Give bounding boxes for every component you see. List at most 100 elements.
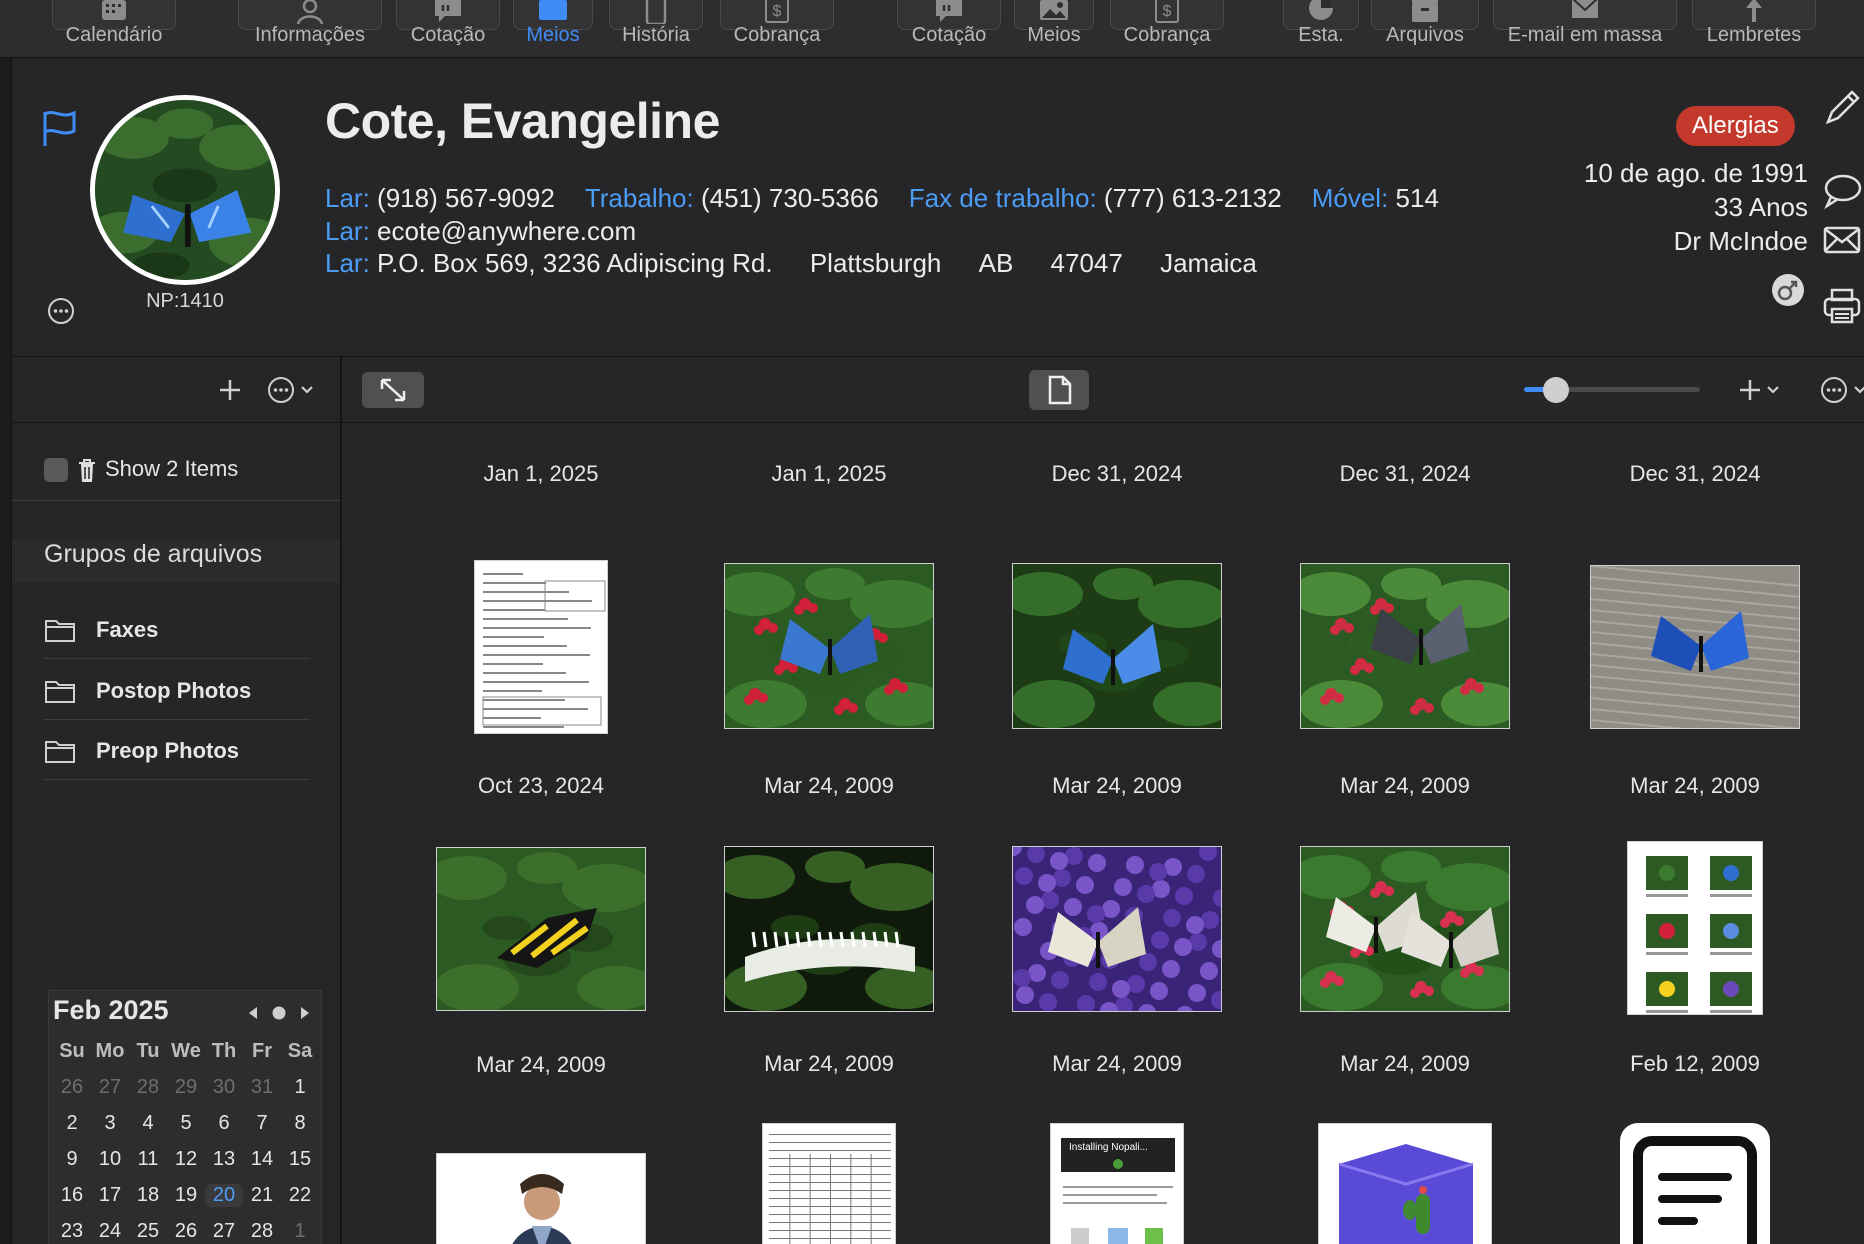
toolbar-item-e-mail-em-massa[interactable]: E-mail em massa <box>1493 0 1677 58</box>
calendar-day[interactable]: 12 <box>167 1148 205 1171</box>
media-tile[interactable] <box>709 1123 949 1244</box>
group-options-button[interactable] <box>266 374 318 406</box>
patient-avatar[interactable] <box>90 95 280 285</box>
zoom-slider-knob[interactable] <box>1542 377 1569 403</box>
calendar-day[interactable]: 10 <box>91 1148 129 1171</box>
calendar-day[interactable]: 7 <box>243 1112 281 1135</box>
calendar-day[interactable]: 17 <box>91 1184 129 1207</box>
butterfly-photo-thumbnail[interactable] <box>436 847 646 1011</box>
calendar-day[interactable]: 23 <box>53 1220 91 1243</box>
calendar-day[interactable]: 30 <box>205 1076 243 1099</box>
text-file-icon[interactable] <box>1620 1123 1770 1244</box>
toolbar-item-cobrança[interactable]: $ Cobrança <box>1110 0 1224 58</box>
form-document-thumbnail[interactable] <box>762 1123 896 1244</box>
calendar-day[interactable]: 20 <box>205 1183 243 1207</box>
file-group-postop-photos[interactable]: Postop Photos <box>44 662 310 720</box>
calendar-day[interactable]: 5 <box>167 1112 205 1135</box>
phone-entry[interactable]: Trabalho: (451) 730-5366 <box>585 183 879 214</box>
toolbar-item-cobrança[interactable]: $ Cobrança <box>720 0 834 58</box>
document-view-button[interactable] <box>1029 370 1089 410</box>
butterfly-photo-thumbnail[interactable] <box>1300 846 1510 1012</box>
calendar-day[interactable]: 27 <box>205 1220 243 1243</box>
butterfly-photo-thumbnail[interactable] <box>1012 846 1222 1012</box>
toolbar-item-calendário[interactable]: Calendário <box>52 0 176 58</box>
media-options-button[interactable] <box>1818 374 1864 406</box>
calendar-day[interactable]: 26 <box>167 1220 205 1243</box>
calendar-day[interactable]: 24 <box>91 1220 129 1243</box>
phone-entry[interactable]: Móvel: 514 <box>1312 183 1439 214</box>
flag-icon[interactable] <box>40 108 80 148</box>
photo-sheet-thumbnail[interactable] <box>1627 841 1763 1015</box>
caterpillar-photo-thumbnail[interactable] <box>724 846 934 1012</box>
toolbar-item-cotação[interactable]: Cotação <box>897 0 1001 58</box>
toolbar-item-história[interactable]: História <box>609 0 703 58</box>
toolbar-item-arquivos[interactable]: Arquivos <box>1371 0 1479 58</box>
calendar-day[interactable]: 8 <box>281 1112 319 1135</box>
toolbar-item-cotação[interactable]: Cotação <box>396 0 500 58</box>
toolbar-item-meios[interactable]: Meios <box>513 0 593 58</box>
calendar-day[interactable]: 16 <box>53 1184 91 1207</box>
add-media-button[interactable] <box>1738 374 1786 406</box>
file-group-preop-photos[interactable]: Preop Photos <box>44 722 310 780</box>
calendar-day[interactable]: 25 <box>129 1220 167 1243</box>
butterfly-photo-thumbnail[interactable] <box>724 563 934 729</box>
date-of-birth: 10 de ago. de 1991 <box>1583 158 1808 188</box>
toolbar-item-lembretes[interactable]: Lembretes <box>1692 0 1816 58</box>
calendar-next-icon[interactable] <box>301 1007 309 1019</box>
calendar-day[interactable]: 9 <box>53 1148 91 1171</box>
calendar-day[interactable]: 27 <box>91 1076 129 1099</box>
calendar-day[interactable]: 1 <box>281 1076 319 1099</box>
mail-icon[interactable] <box>1822 220 1862 260</box>
show-deleted-checkbox[interactable] <box>44 458 68 482</box>
calendar-day[interactable]: 19 <box>167 1184 205 1207</box>
fax-document-thumbnail[interactable] <box>474 560 608 734</box>
calendar-day[interactable]: 13 <box>205 1148 243 1171</box>
file-group-faxes[interactable]: Faxes <box>44 601 310 659</box>
pencil-icon[interactable] <box>1822 88 1862 128</box>
calendar-day[interactable]: 28 <box>243 1220 281 1243</box>
show-items-label[interactable]: Show 2 Items <box>105 456 238 482</box>
installing-nopali-document-thumbnail[interactable]: Installing Nopali... <box>1050 1123 1184 1244</box>
calendar-day[interactable]: 22 <box>281 1184 319 1207</box>
calendar-day[interactable]: 3 <box>91 1112 129 1135</box>
calendar-day[interactable]: 28 <box>129 1076 167 1099</box>
calendar-day[interactable]: 4 <box>129 1112 167 1135</box>
person-photo-thumbnail[interactable] <box>436 1153 646 1244</box>
toolbar-item-informações[interactable]: Informações <box>238 0 382 58</box>
zoom-slider[interactable] <box>1524 377 1700 403</box>
calendar-day[interactable]: 15 <box>281 1148 319 1171</box>
calendar-day[interactable]: 31 <box>243 1076 281 1099</box>
media-tile[interactable] <box>421 1153 661 1244</box>
calendar-day[interactable]: 14 <box>243 1148 281 1171</box>
email-value[interactable]: ecote@anywhere.com <box>377 216 636 246</box>
add-group-button[interactable] <box>214 374 246 406</box>
media-tile[interactable] <box>1575 1123 1815 1244</box>
allergy-badge[interactable]: Alergias <box>1676 106 1795 146</box>
butterfly-photo-thumbnail[interactable] <box>1300 563 1510 729</box>
nopali-box-thumbnail[interactable] <box>1318 1123 1492 1244</box>
calendar-day[interactable]: 29 <box>167 1076 205 1099</box>
butterfly-photo-thumbnail[interactable] <box>1012 563 1222 729</box>
calendar-day[interactable]: 2 <box>53 1112 91 1135</box>
calendar-day[interactable]: 21 <box>243 1184 281 1207</box>
more-options-icon[interactable] <box>46 296 76 326</box>
media-tile[interactable]: Installing Nopali... <box>997 1123 1237 1244</box>
butterfly-photo-thumbnail[interactable] <box>1590 565 1800 729</box>
calendar-day[interactable]: 11 <box>129 1148 167 1171</box>
calendar-day[interactable]: 1 <box>281 1220 319 1243</box>
calendar-prev-icon[interactable] <box>249 1007 257 1019</box>
phone-entry[interactable]: Lar: (918) 567-9092 <box>325 183 555 214</box>
toolbar-item-esta-[interactable]: Esta. <box>1283 0 1359 58</box>
media-date: Mar 24, 2009 <box>764 773 894 798</box>
calendar-day[interactable]: 18 <box>129 1184 167 1207</box>
calendar-today-icon[interactable] <box>272 1006 286 1020</box>
media-tile[interactable] <box>1285 1123 1525 1244</box>
calendar-day[interactable]: 6 <box>205 1112 243 1135</box>
toolbar-item-meios[interactable]: Meios <box>1014 0 1094 58</box>
chat-bubble-icon[interactable] <box>1822 170 1862 210</box>
address-line: Lar: P.O. Box 569, 3236 Adipiscing Rd. P… <box>325 248 1287 279</box>
expand-button[interactable] <box>362 372 424 408</box>
phone-entry[interactable]: Fax de trabalho: (777) 613-2132 <box>909 183 1282 214</box>
calendar-day[interactable]: 26 <box>53 1076 91 1099</box>
printer-icon[interactable] <box>1822 286 1862 326</box>
